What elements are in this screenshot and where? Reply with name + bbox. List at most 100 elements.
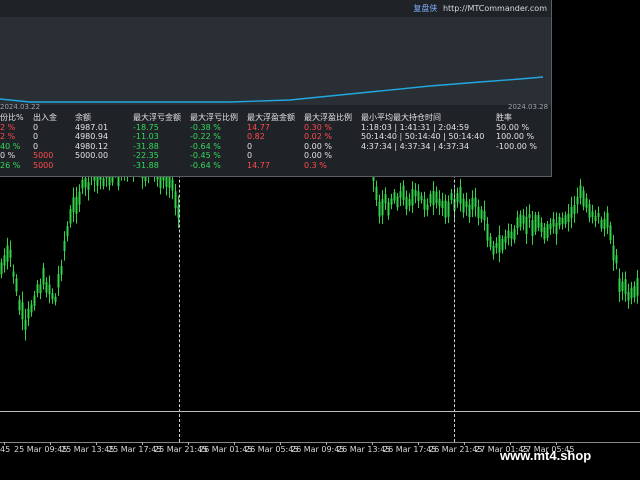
candle-body <box>552 218 555 227</box>
candle-body <box>15 278 18 292</box>
brand-url-link[interactable]: http://MTCommander.com <box>443 4 547 13</box>
candlestick <box>447 195 450 224</box>
candle-body <box>507 230 510 239</box>
time-label: 45 <box>0 445 11 454</box>
candlestick <box>384 187 387 211</box>
candle-body <box>378 201 381 217</box>
candlestick <box>489 232 492 251</box>
candle-body <box>411 188 414 206</box>
col-header: 最大浮盈比例 <box>304 113 352 122</box>
candlestick <box>558 213 561 230</box>
candle-body <box>606 212 609 228</box>
candle-body <box>12 271 15 277</box>
cell-max-loss: -31.88 <box>133 160 159 170</box>
cell-win-rate: 100.00 % <box>496 132 535 142</box>
candlestick <box>621 272 624 301</box>
candle-body <box>405 196 408 210</box>
candlestick <box>504 229 507 250</box>
candle-body <box>468 204 471 218</box>
candlestick <box>579 178 582 205</box>
candlestick <box>378 194 381 224</box>
candle-body <box>441 200 444 208</box>
candlestick <box>444 194 447 224</box>
candle-body <box>555 222 558 235</box>
candle-body <box>426 204 429 211</box>
candle-body <box>402 185 405 201</box>
candle-body <box>510 231 513 239</box>
candle-body <box>489 236 492 247</box>
cell-balance: 5000.00 <box>75 151 109 161</box>
candlestick <box>426 198 429 217</box>
candlestick <box>75 186 78 224</box>
candlestick <box>402 180 405 206</box>
candlestick <box>45 277 48 298</box>
candlestick <box>9 240 12 267</box>
candle-body <box>597 212 600 217</box>
candle-body <box>414 190 417 197</box>
candlestick <box>468 199 471 223</box>
candlestick <box>552 212 555 234</box>
candle-body <box>543 227 546 240</box>
candle-body <box>447 201 450 217</box>
candle-body <box>387 202 390 216</box>
candle-body <box>51 293 54 300</box>
candle-body <box>78 191 81 205</box>
candle-body <box>6 245 9 262</box>
candlestick <box>0 258 3 279</box>
candle-body <box>375 186 378 200</box>
candlestick <box>30 300 33 317</box>
cell-max-profit: 0 <box>247 141 253 151</box>
candle-body <box>564 215 567 224</box>
candlestick <box>387 198 390 220</box>
candle-body <box>477 206 480 219</box>
cell-max-profit-pct: 0.30 % <box>304 122 332 132</box>
candlestick <box>21 291 24 331</box>
cell-percent: 2 % <box>0 132 16 142</box>
candle-body <box>102 178 105 187</box>
candlestick <box>3 248 6 273</box>
candlestick <box>486 217 489 248</box>
candle-body <box>81 179 84 189</box>
candlestick <box>423 191 426 218</box>
cell-balance: 4980.12 <box>75 141 109 151</box>
candlestick <box>102 175 105 190</box>
candle-body <box>492 245 495 255</box>
candle-body <box>540 222 543 232</box>
candlestick <box>507 223 510 246</box>
candlestick <box>636 269 639 304</box>
table-row: 0 % 5000 5000.00 -22.35 -0.45 % 0 0.00 % <box>0 151 548 161</box>
candlestick <box>510 224 513 247</box>
candle-body <box>465 201 468 208</box>
candle-body <box>21 302 24 320</box>
candle-body <box>171 179 174 191</box>
cell-deposit: 5000 <box>33 151 54 161</box>
candle-body <box>435 191 438 204</box>
cell-max-loss-pct: -0.64 % <box>190 160 221 170</box>
cell-deposit: 0 <box>33 132 39 142</box>
candle-body <box>561 217 564 225</box>
watermark-text: www.mt4.shop <box>500 448 592 463</box>
candle-body <box>471 197 474 210</box>
cell-percent: 0 % <box>0 151 16 161</box>
candle-body <box>609 225 612 241</box>
candlestick <box>561 212 564 230</box>
candlestick <box>27 301 30 326</box>
candle-body <box>159 176 162 189</box>
candlestick <box>72 187 75 223</box>
candlestick <box>537 211 540 232</box>
candlestick <box>522 208 525 231</box>
candlestick <box>588 199 591 223</box>
candlestick <box>60 259 63 282</box>
candle-body <box>525 216 528 235</box>
candle-body <box>24 319 27 330</box>
candle-body <box>627 291 630 301</box>
candlestick <box>471 190 474 218</box>
candlestick <box>612 234 615 272</box>
trade-stats-panel[interactable]: 复盘侠 http://MTCommander.com 2024.03.22 20… <box>0 0 552 177</box>
candlestick <box>408 193 411 212</box>
candlestick <box>432 181 435 215</box>
candlestick <box>615 249 618 270</box>
cell-deposit: 5000 <box>33 160 54 170</box>
candle-body <box>546 224 549 238</box>
candlestick <box>69 205 72 228</box>
